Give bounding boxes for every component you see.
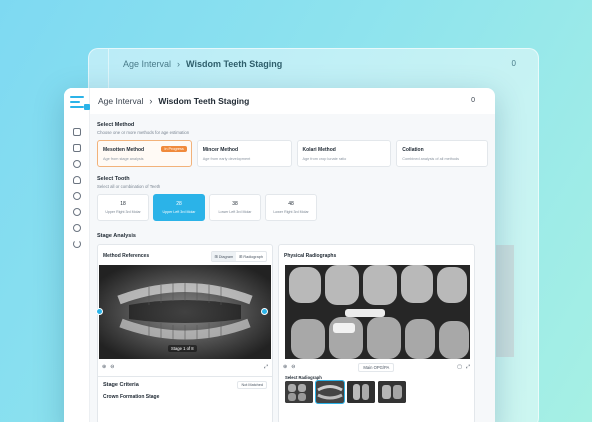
- method-list: Mesotten Method Age from stage analysis …: [97, 140, 488, 167]
- background-breadcrumb-current: Wisdom Teeth Staging: [186, 59, 283, 69]
- tooth-label: Lower Right 3rd Molar: [273, 210, 309, 214]
- tooth-card-38[interactable]: 38 Lower Left 3rd Molar: [209, 194, 261, 221]
- method-card-mincer[interactable]: Mincer Method Age from early development: [196, 140, 292, 167]
- select-radiograph-label: Select Radiograph: [285, 375, 322, 380]
- method-card-kolari[interactable]: Kolari Method Age from crop lunate ratio: [296, 140, 392, 167]
- zoom-out-icon[interactable]: ⊖: [110, 364, 114, 370]
- tooth-label: Upper Right 3rd Molar: [105, 210, 141, 214]
- fullscreen-icon[interactable]: ⤢: [466, 364, 470, 370]
- radiograph-thumbnail-selected[interactable]: [315, 380, 345, 404]
- background-image-strip: [496, 245, 514, 357]
- header: Age Interval › Wisdom Teeth Staging 0: [90, 88, 495, 114]
- radiograph-thumbnail[interactable]: [285, 381, 313, 403]
- radiograph-toggle[interactable]: ⊞ Radiograph: [236, 252, 266, 261]
- camera-icon[interactable]: [73, 128, 81, 136]
- match-status-badge: Not Matched: [237, 381, 267, 389]
- crop-icon[interactable]: ▢: [457, 364, 462, 370]
- method-name: Kolari Method: [302, 147, 336, 153]
- app-frame: Age Interval › Wisdom Teeth Staging 0 Ag…: [0, 0, 592, 422]
- power-icon[interactable]: [73, 240, 81, 248]
- tooth-number: 48: [288, 201, 294, 207]
- compare-left-handle[interactable]: [96, 308, 103, 315]
- physical-radiographs-panel: Physical Radiographs ⊕ ⊖ Main OPG/PA ▢ ⤢…: [278, 244, 475, 422]
- diagram-toggle[interactable]: ⊞ Diagram: [211, 252, 237, 261]
- method-desc: Age from crop lunate ratio: [302, 157, 347, 161]
- method-name: Collation: [402, 147, 424, 153]
- tooth-icon[interactable]: [73, 176, 81, 184]
- document-icon[interactable]: [73, 144, 81, 152]
- method-desc: Combined analysis of all methods: [402, 157, 460, 161]
- physical-radiographs-title: Physical Radiographs: [284, 253, 337, 259]
- stage-criteria-section: Stage Criteria Not Matched Crown Formati…: [98, 376, 272, 404]
- select-method-subtitle: Choose one or more methods for age estim…: [97, 130, 190, 135]
- intraoral-xray-image: [285, 265, 470, 359]
- stage-heading: Crown Formation Stage: [103, 394, 160, 400]
- page-title: Wisdom Teeth Staging: [158, 96, 250, 106]
- tooth-number: 28: [176, 201, 182, 207]
- main-window: Age Interval › Wisdom Teeth Staging 0 Se…: [64, 88, 495, 422]
- zoom-in-icon[interactable]: ⊕: [102, 364, 106, 370]
- tooth-card-48[interactable]: 48 Lower Right 3rd Molar: [265, 194, 317, 221]
- background-counter: 0: [511, 59, 516, 68]
- stage-analysis-title: Stage Analysis: [97, 233, 136, 239]
- compare-right-handle[interactable]: [261, 308, 268, 315]
- tooth-card-18[interactable]: 18 Upper Right 3rd Molar: [97, 194, 149, 221]
- chevron-right-icon: ›: [149, 96, 153, 106]
- tooth-label: Lower Left 3rd Molar: [218, 210, 252, 214]
- fullscreen-icon[interactable]: ⤢: [264, 364, 268, 370]
- background-breadcrumb-parent: Age Interval: [123, 59, 172, 69]
- radiograph-thumbnails: [285, 380, 406, 404]
- chevron-right-icon: ›: [177, 59, 181, 69]
- tooth-number: 38: [232, 201, 238, 207]
- main-content: Select Method Choose one or more methods…: [90, 114, 495, 422]
- breadcrumb-parent[interactable]: Age Interval: [98, 96, 143, 106]
- tooth-number: 18: [120, 201, 126, 207]
- tooth-list: 18 Upper Right 3rd Molar 28 Upper Left 3…: [97, 194, 488, 221]
- status-badge: In Progress: [161, 146, 187, 152]
- zoom-in-icon[interactable]: ⊕: [283, 364, 287, 370]
- help-icon[interactable]: [73, 208, 81, 216]
- radiograph-thumbnail[interactable]: [378, 381, 406, 403]
- select-tooth-subtitle: Select all or combination of Teeth: [97, 184, 161, 189]
- radiograph-thumbnail[interactable]: [347, 381, 375, 403]
- stage-criteria-title: Stage Criteria: [103, 382, 139, 388]
- sidebar: [64, 88, 90, 422]
- radiograph-toolbar: ⊕ ⊖ Main OPG/PA ▢ ⤢: [279, 361, 474, 373]
- method-card-collation[interactable]: Collation Combined analysis of all metho…: [396, 140, 488, 167]
- background-breadcrumb: Age Interval › Wisdom Teeth Staging: [123, 59, 282, 69]
- method-references-panel: Method References ⊞ Diagram ⊞ Radiograph: [96, 244, 273, 422]
- tooth-label: Upper Left 3rd Molar: [162, 210, 196, 214]
- view-toggle: ⊞ Diagram ⊞ Radiograph: [210, 251, 267, 262]
- select-method-title: Select Method: [97, 122, 135, 128]
- select-tooth-title: Select Tooth: [97, 176, 130, 182]
- method-desc: Age from early development: [202, 157, 251, 161]
- method-references-title: Method References: [103, 253, 150, 259]
- method-name: Mincer Method: [202, 147, 239, 153]
- header-counter: 0: [471, 97, 475, 104]
- reference-toolbar: ⊕ ⊖ ⤢: [98, 361, 272, 373]
- stage-panels: Method References ⊞ Diagram ⊞ Radiograph: [96, 244, 488, 422]
- lightbulb-icon[interactable]: [73, 160, 81, 168]
- method-desc: Age from stage analysis: [103, 157, 144, 161]
- physical-radiograph: [285, 265, 470, 359]
- tooth-card-28[interactable]: 28 Upper Left 3rd Molar: [153, 194, 205, 221]
- app-logo-icon[interactable]: [70, 96, 84, 108]
- settings-icon[interactable]: [73, 192, 81, 200]
- zoom-out-icon[interactable]: ⊖: [291, 364, 295, 370]
- method-card-mesotten[interactable]: Mesotten Method Age from stage analysis …: [97, 140, 192, 167]
- radiograph-select[interactable]: Main OPG/PA: [358, 362, 395, 372]
- stage-indicator: Stage 1 of 8: [168, 345, 197, 352]
- headset-icon[interactable]: [73, 224, 81, 232]
